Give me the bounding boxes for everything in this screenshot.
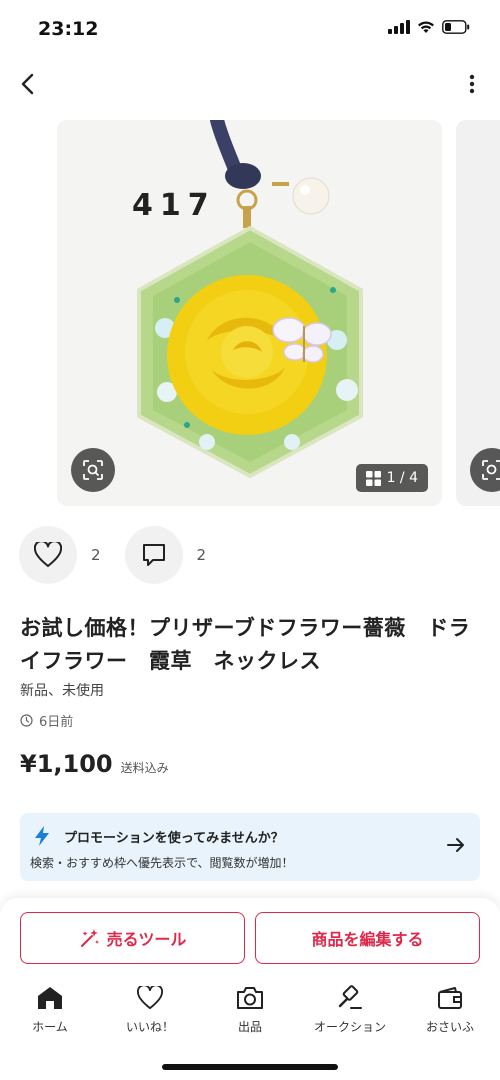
tab-home[interactable]: ホーム (0, 984, 100, 1044)
tab-bar: ホーム いいね！ 出品 オークション おさいふ (0, 984, 500, 1044)
product-condition: 新品、未使用 (20, 683, 104, 699)
like-button[interactable] (19, 526, 77, 584)
product-title: お試し価格！プリザーブドフラワー薔薇 ドライフラワー 霞草 ネックレス (20, 616, 471, 673)
sparkle-wand-icon (80, 929, 99, 947)
price: ¥1,100 (20, 750, 113, 778)
posted-time-text: 6日前 (39, 715, 74, 730)
tab-label-auction: オークション (313, 1020, 386, 1034)
zoom-search-icon (482, 460, 500, 480)
comment-icon (142, 544, 165, 566)
posted-time: 6日前 (20, 711, 73, 730)
photo-label: 417 (132, 188, 216, 223)
next-photo-preview[interactable] (456, 120, 500, 506)
tab-wallet[interactable]: おさいふ (400, 984, 500, 1044)
comment-button[interactable] (124, 526, 183, 584)
product-photo[interactable]: 417 1 / 4 (57, 120, 442, 506)
more-vertical-icon (469, 74, 475, 94)
price-row: ¥1,100 送料込み (20, 750, 169, 778)
promotion-title: プロモーションを使ってみませんか？ (64, 831, 284, 846)
bottom-panel: 売るツール 商品を編集する ホーム いいね！ 出品 オークション おさいふ (0, 898, 500, 1080)
more-options-button[interactable] (462, 68, 482, 100)
shipping-label: 送料込み (120, 761, 169, 775)
arrow-right-icon (447, 838, 464, 852)
signal-icon (388, 20, 410, 34)
status-icons (388, 20, 470, 34)
photo-carousel[interactable]: 417 1 / 4 (0, 120, 500, 506)
status-time: 23:12 (38, 18, 99, 40)
edit-item-button[interactable]: 商品を編集する (255, 912, 480, 964)
tab-label-wallet: おさいふ (425, 1020, 474, 1034)
tab-label-home: ホーム (32, 1020, 68, 1034)
reactions-row: 2 2 (19, 526, 230, 584)
tab-label-likes: いいね！ (125, 1020, 174, 1034)
sell-tool-label: 売るツール (106, 930, 187, 949)
edit-item-label: 商品を編集する (311, 930, 424, 949)
status-bar: 23:12 (0, 0, 500, 56)
photo-counter[interactable]: 1 / 4 (355, 464, 428, 492)
tab-listing[interactable]: 出品 (200, 984, 300, 1044)
photo-counter-text: 1 / 4 (386, 470, 418, 486)
promotion-banner[interactable]: プロモーションを使ってみませんか？ 検索・おすすめ枠へ優先表示で、閲覧数が増加！ (20, 813, 480, 881)
tab-label-listing: 出品 (237, 1020, 262, 1034)
back-button[interactable] (12, 68, 42, 100)
tab-likes[interactable]: いいね！ (100, 984, 200, 1044)
gavel-icon (338, 985, 362, 1009)
zoom-button[interactable] (71, 448, 115, 492)
next-photo-zoom-button[interactable] (470, 448, 500, 492)
battery-icon (442, 20, 470, 34)
home-indicator (162, 1064, 338, 1070)
navigation-bar (0, 62, 500, 106)
heart-icon (137, 986, 163, 1010)
camera-icon (237, 987, 263, 1009)
zoom-search-icon (83, 460, 103, 480)
clock-icon (20, 714, 33, 727)
chevron-left-icon (21, 73, 34, 95)
tab-auction[interactable]: オークション (300, 984, 400, 1044)
pendant-photo: 417 (57, 120, 442, 506)
promotion-subtitle: 検索・おすすめ枠へ優先表示で、閲覧数が増加！ (30, 856, 294, 870)
like-count: 2 (91, 546, 101, 564)
wifi-icon (418, 21, 434, 33)
wallet-icon (438, 987, 462, 1009)
heart-icon (34, 542, 62, 567)
grid-icon (365, 470, 381, 486)
lightning-icon (35, 826, 49, 846)
home-icon (38, 987, 62, 1009)
comment-count: 2 (196, 546, 207, 564)
sell-tool-button[interactable]: 売るツール (20, 912, 245, 964)
